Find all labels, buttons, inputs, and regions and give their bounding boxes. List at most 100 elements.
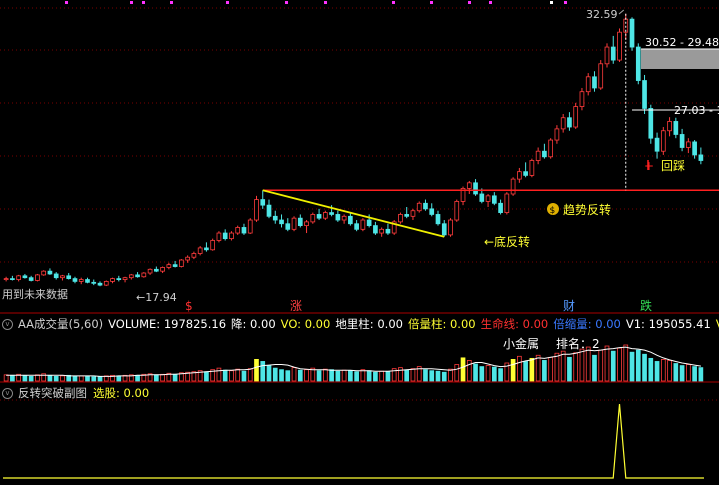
candle-body	[60, 275, 65, 279]
candle-body	[429, 208, 435, 215]
candle-body	[285, 223, 291, 230]
event-marker: 财	[563, 299, 575, 313]
candle-body	[166, 264, 172, 268]
candle-body	[642, 80, 647, 109]
volume-header-items: AA成交量(5,60) VOLUME: 197825.16 降: 0.00 VO: 0…	[18, 317, 719, 331]
candle-body	[660, 130, 666, 152]
volume-bar	[379, 370, 385, 382]
candle-body	[16, 275, 21, 280]
signal-spike-line	[3, 403, 704, 479]
candle-body	[191, 253, 197, 258]
candle-body	[316, 214, 322, 219]
volume-bar	[385, 371, 391, 382]
volume-header-item: AA成交量(5,60)	[18, 317, 104, 331]
small-gold-label: 小金属	[503, 337, 540, 351]
candle-body	[154, 268, 159, 272]
signal-line	[3, 403, 704, 479]
volume-header-item: V1: 195055.41	[625, 317, 711, 331]
volume-bar	[698, 367, 704, 382]
candle-body	[122, 277, 128, 280]
candle-body	[498, 202, 503, 213]
candle-body	[329, 212, 334, 215]
volume-bar	[204, 371, 209, 382]
candle-body	[485, 195, 491, 202]
candle-body	[66, 275, 72, 280]
volume-bar	[466, 360, 472, 382]
volume-bar	[335, 370, 341, 382]
candle-body	[441, 223, 447, 236]
volume-bar	[254, 358, 259, 382]
candle-body	[22, 275, 28, 279]
candle-body	[510, 178, 516, 195]
volume-bar	[441, 371, 447, 382]
volume-bar	[135, 374, 140, 382]
signal-panel-toggle-icon[interactable]: v	[2, 388, 13, 399]
volume-bar	[247, 368, 253, 382]
volume-bar	[373, 371, 378, 382]
candle-body	[567, 117, 572, 128]
top-marker	[324, 1, 327, 4]
volume-bar	[216, 367, 222, 382]
volume-header-item: 倍缩量: 0.00	[553, 317, 621, 331]
volume-bar	[304, 369, 309, 382]
candle-body	[635, 46, 641, 81]
volume-bar	[604, 345, 610, 382]
top-marker	[468, 1, 471, 4]
volume-bar	[610, 350, 616, 382]
volume-bar	[579, 348, 585, 382]
volume-header-item: 降: 0.00	[231, 317, 276, 331]
top-marker	[142, 1, 145, 4]
volume-bar	[642, 353, 647, 382]
volume-bar	[297, 369, 303, 382]
candle-body	[110, 278, 115, 282]
volume-bar	[679, 365, 685, 382]
volume-bar	[429, 370, 435, 382]
volume-bar	[510, 358, 516, 382]
pullback-label: 回踩	[661, 159, 685, 173]
candle-body	[241, 227, 247, 234]
volume-bar	[85, 375, 90, 382]
volume-panel-header: v AA成交量(5,60) VOLUME: 197825.16 降: 0.00 VO: …	[0, 316, 719, 332]
candle-body	[72, 278, 78, 282]
volume-bar	[53, 375, 59, 382]
event-marker: 涨	[290, 298, 302, 313]
candle-body	[529, 160, 535, 176]
candle-body	[35, 274, 40, 281]
candle-body	[579, 91, 585, 107]
volume-bar	[548, 356, 553, 382]
volume-bar	[554, 352, 560, 382]
peak-price-label: 32.59	[586, 8, 618, 21]
candle-body	[448, 219, 453, 236]
candle-body	[648, 108, 654, 139]
volume-bar	[648, 357, 654, 382]
volume-bar	[485, 365, 491, 382]
candle-body	[385, 228, 391, 234]
candle-body	[360, 219, 366, 230]
volume-bar	[279, 369, 284, 382]
candle-body	[128, 274, 134, 279]
volume-bar	[97, 376, 103, 382]
candle-body	[78, 279, 84, 282]
volume-bar	[160, 373, 165, 382]
top-marker	[430, 1, 433, 4]
signal-panel-title: 反转突破副图	[18, 386, 87, 400]
event-marker: $	[185, 299, 193, 313]
candle-body	[542, 150, 547, 158]
volume-bar	[523, 361, 528, 382]
volume-bar	[241, 370, 247, 382]
main-chart[interactable]: 32.59 30.52 - 29.48 27.03 - 1 ←17.94 ←底反转 $ 趋势…	[0, 0, 719, 485]
volume-bar	[22, 375, 28, 382]
candle-body	[304, 221, 309, 227]
volume-bar	[535, 354, 541, 382]
volume-bar	[654, 361, 660, 382]
volume-bar	[404, 369, 410, 382]
volume-bar	[354, 371, 359, 382]
volume-bar	[567, 356, 572, 382]
candles	[3, 13, 704, 287]
candle-body	[185, 256, 190, 261]
candle-body	[216, 232, 222, 241]
candle-body	[654, 137, 660, 152]
volume-panel-toggle-icon[interactable]: v	[2, 319, 13, 330]
candle-body	[617, 31, 622, 61]
candle-body	[10, 278, 15, 281]
